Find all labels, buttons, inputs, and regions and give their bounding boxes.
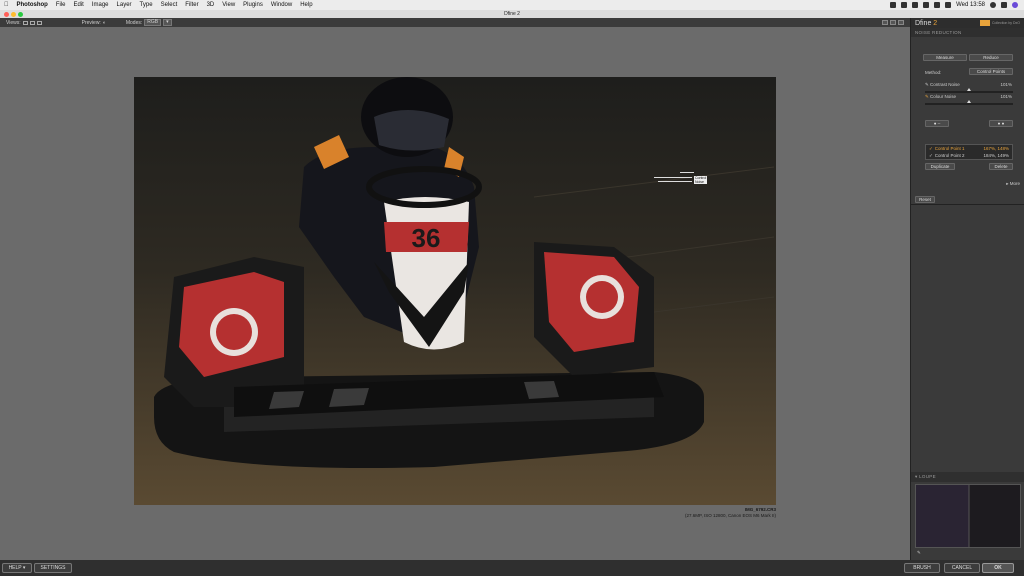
- apple-icon[interactable]: : [0, 0, 13, 10]
- go-kart-photo[interactable]: 36 Control Noise: [134, 77, 776, 505]
- go-kart-image: 36: [134, 77, 776, 505]
- brush-button[interactable]: BRUSH: [904, 563, 940, 573]
- bottom-bar: HELP ▾ SETTINGS BRUSH CANCEL OK: [0, 560, 1024, 576]
- image-caption: IMG_6792.CR3 (27.6MP, ISO 12800, Canon E…: [685, 507, 776, 519]
- cancel-button[interactable]: CANCEL: [944, 563, 980, 573]
- preview-label: Preview:: [81, 19, 101, 26]
- menu-select[interactable]: Select: [157, 0, 182, 10]
- pin-loupe-icon[interactable]: ✎: [917, 550, 921, 556]
- dfine-panel: Dfine 2 Collection by DxO NOISE REDUCTIO…: [910, 18, 1024, 560]
- divider: [911, 204, 1024, 205]
- reset-button[interactable]: Reset: [915, 196, 935, 203]
- volume-icon[interactable]: [945, 2, 952, 8]
- colour-noise-value: 101%: [1000, 94, 1012, 99]
- control-point-list: ✓ Control Point 1 167%, 148% ✓ Control Poin…: [925, 144, 1013, 160]
- method-select[interactable]: Control Points: [969, 68, 1013, 75]
- search-icon[interactable]: [990, 2, 996, 8]
- zoom-tool-icon[interactable]: [890, 20, 896, 25]
- hand-tool-icon[interactable]: [882, 20, 888, 25]
- menu-edit[interactable]: Edit: [70, 0, 88, 10]
- brand: Dfine 2: [915, 19, 938, 27]
- select-control-points-button[interactable]: ● ●: [989, 120, 1013, 127]
- menu-layer[interactable]: Layer: [113, 0, 136, 10]
- control-point-row-1[interactable]: ✓ Control Point 1 167%, 148%: [926, 145, 1012, 152]
- delete-button[interactable]: Delete: [989, 163, 1013, 170]
- slider-knob: [967, 100, 971, 103]
- preview-toggle-icon[interactable]: ◐: [103, 20, 106, 26]
- loupe-view[interactable]: [915, 484, 1021, 548]
- panel-header: Dfine 2 Collection by DxO: [911, 18, 1024, 28]
- clock[interactable]: Wed 13:58: [956, 2, 985, 8]
- help-button[interactable]: HELP ▾: [2, 563, 32, 573]
- pencil-icon: ✎: [925, 82, 929, 87]
- control-center-icon[interactable]: [1001, 2, 1007, 8]
- close-window-button[interactable]: [4, 11, 9, 17]
- add-control-point-button[interactable]: ● –: [925, 120, 949, 127]
- menu-image[interactable]: Image: [88, 0, 113, 10]
- checkbox-icon: ✓: [929, 152, 933, 158]
- mode-select[interactable]: RGB: [144, 19, 162, 26]
- side-by-side-view-button[interactable]: [36, 20, 42, 25]
- menu-type[interactable]: Type: [136, 0, 157, 10]
- minimize-window-button[interactable]: [11, 11, 16, 17]
- views-label: Views:: [6, 19, 21, 26]
- slider-knob: [967, 88, 971, 91]
- pencil-icon: ✎: [925, 94, 929, 99]
- checkbox-icon: ✓: [929, 145, 933, 151]
- menu-plugins[interactable]: Plugins: [239, 0, 267, 10]
- battery-icon[interactable]: [912, 2, 919, 8]
- settings-button[interactable]: SETTINGS: [34, 563, 72, 573]
- contrast-noise-slider[interactable]: [925, 88, 1013, 93]
- window-title-bar: Dfine 2: [0, 10, 1024, 18]
- menu-help[interactable]: Help: [296, 0, 316, 10]
- kart-number: 36: [412, 223, 441, 253]
- control-point-label: Control Noise: [694, 176, 708, 184]
- mode-chevron-icon[interactable]: ▾: [163, 19, 172, 26]
- method-label: Method:: [925, 70, 942, 75]
- wifi-icon[interactable]: [923, 2, 930, 8]
- contrast-noise-label: ✎ Contrast Noise: [925, 82, 960, 87]
- collapse-icon: ▾: [915, 474, 918, 479]
- menu-photoshop[interactable]: Photoshop: [13, 0, 52, 10]
- single-view-button[interactable]: [22, 20, 28, 25]
- nik-logo-icon: [979, 20, 990, 26]
- ok-button[interactable]: OK: [982, 563, 1014, 573]
- image-meta: (27.6MP, ISO 12800, Canon EOS M6 Mark II…: [685, 513, 776, 518]
- menu-window[interactable]: Window: [267, 0, 296, 10]
- loupe-noise-image: [916, 485, 1020, 547]
- menu-view[interactable]: View: [218, 0, 239, 10]
- creative-cloud-icon[interactable]: [901, 2, 908, 8]
- preview-canvas[interactable]: 36 Control Noise IMG_6792.CR3 (27.6MP, I…: [0, 27, 910, 560]
- siri-icon[interactable]: [1012, 2, 1018, 8]
- zoom-window-button[interactable]: [18, 11, 23, 17]
- menu-filter[interactable]: Filter: [181, 0, 202, 10]
- cloud-icon[interactable]: [890, 2, 897, 8]
- duplicate-button[interactable]: Duplicate: [925, 163, 955, 170]
- menu-file[interactable]: File: [52, 0, 70, 10]
- menu-bar:  Photoshop File Edit Image Layer Type S…: [0, 0, 1024, 10]
- background-color-icon[interactable]: [898, 20, 904, 25]
- colour-noise-slider[interactable]: [925, 100, 1013, 105]
- colour-noise-label: ✎ Colour Noise: [925, 94, 957, 99]
- noise-reduction-section-title: NOISE REDUCTION: [911, 28, 1024, 37]
- split-view-button[interactable]: [29, 20, 35, 25]
- collection-tag: Collection by DxO: [979, 20, 1020, 26]
- loupe-section-title[interactable]: ▾ LOUPE: [911, 472, 1024, 482]
- view-toolbar: Views: Preview: ◐ Modes: RGB ▾: [0, 18, 910, 27]
- modes-label: Modes:: [125, 19, 143, 26]
- menu-3d[interactable]: 3D: [203, 0, 219, 10]
- measure-tab[interactable]: Measure: [923, 54, 967, 61]
- reduce-tab[interactable]: Reduce: [969, 54, 1013, 61]
- control-point-row-2[interactable]: ✓ Control Point 2 184%, 149%: [926, 152, 1012, 159]
- window-title: Dfine 2: [504, 11, 520, 17]
- more-link[interactable]: ▸ More: [1006, 181, 1020, 187]
- contrast-noise-value: 101%: [1000, 82, 1012, 87]
- flag-icon[interactable]: [934, 2, 941, 8]
